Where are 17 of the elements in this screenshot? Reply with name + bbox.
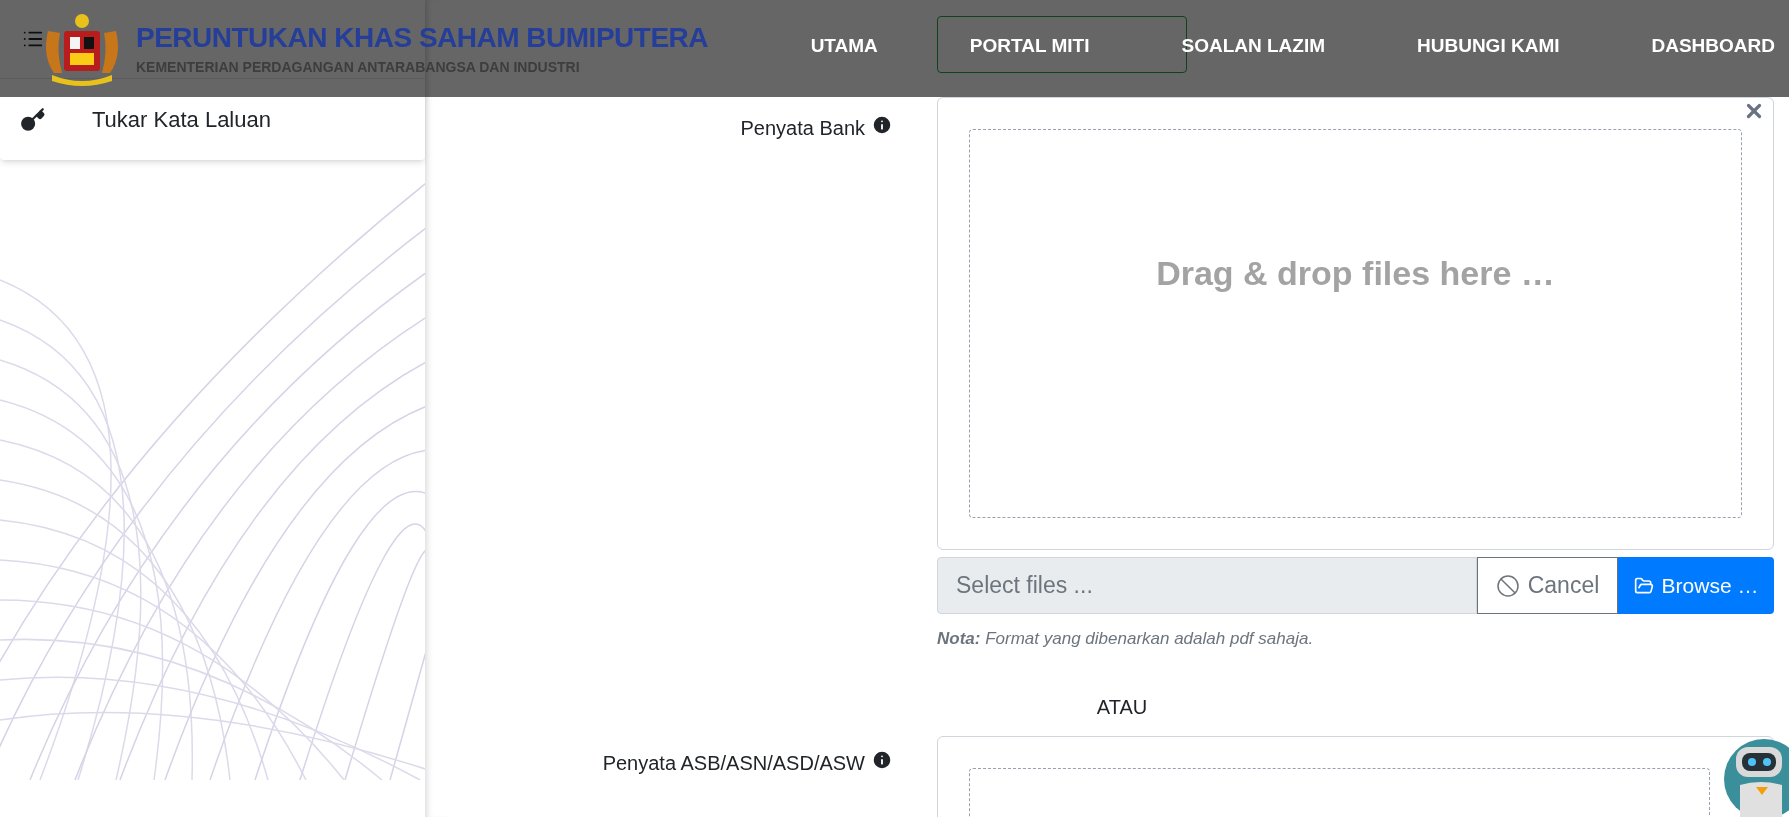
cancel-icon: [1495, 573, 1520, 598]
or-label: ATAU: [1095, 694, 1149, 720]
nav-link[interactable]: DASHBOARD: [1651, 32, 1775, 61]
folder-icon: [1633, 575, 1654, 596]
info-icon: [871, 114, 893, 136]
browse-button[interactable]: Browse …: [1618, 557, 1774, 614]
field-label: Penyata Bank: [740, 116, 865, 141]
info-icon: [871, 748, 893, 771]
sidebar-item[interactable]: Tukar Kata Laluan: [0, 79, 425, 160]
key-icon: [20, 106, 46, 133]
format-note: Nota: Format yang dibenarkan adalah pdf sahaja.: [937, 628, 1315, 650]
site-title: PERUNTUKAN KHAS SAHAM BUMIPUTERA: [136, 20, 708, 55]
nav-link[interactable]: HUBUNGI KAMI: [1417, 32, 1560, 61]
nav-link[interactable]: UTAMA: [810, 32, 878, 61]
field-label: Penyata ASB/ASN/ASD/ASW: [602, 750, 865, 776]
nav-link[interactable]: PORTAL MITI: [969, 32, 1090, 61]
file-name-field[interactable]: Select files ...: [937, 557, 1477, 614]
